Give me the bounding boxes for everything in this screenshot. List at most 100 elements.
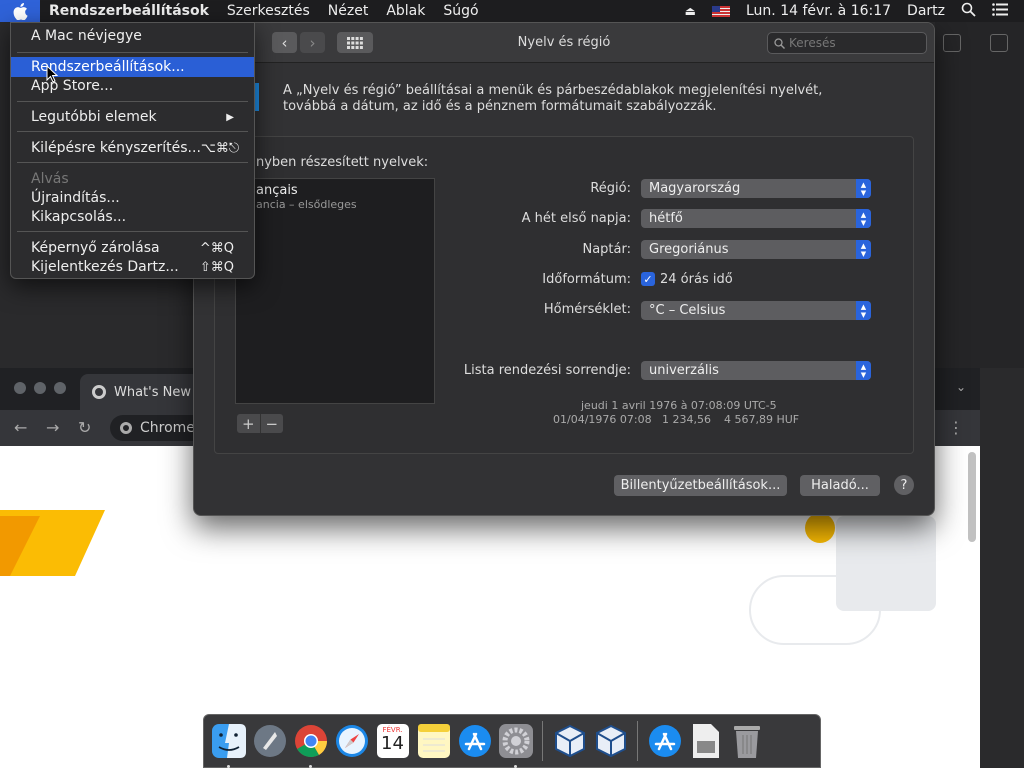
input-source-flag-icon[interactable] xyxy=(712,5,730,17)
sort-order-popup[interactable]: univerzális ▲ ▼ xyxy=(641,361,871,380)
duplicate-icon[interactable] xyxy=(990,34,1008,52)
language-sub: ancia – elsődleges xyxy=(256,198,357,211)
menu-separator xyxy=(17,231,248,232)
menu-item-logout[interactable]: Kijelentkezés Dartz... ⇧⌘Q xyxy=(11,257,254,277)
menu-bar: Rendszerbeállítások Szerkesztés Nézet Ab… xyxy=(0,0,1024,22)
region-label: Régió: xyxy=(590,181,631,196)
menu-item-shutdown[interactable]: Kikapcsolás... xyxy=(11,207,254,227)
sample-date-long: jeudi 1 avril 1976 à 07:08:09 UTC-5 xyxy=(581,399,777,412)
menu-app-name[interactable]: Rendszerbeállítások xyxy=(40,3,218,19)
calendar-day: 14 xyxy=(381,732,404,754)
virtualbox-icon[interactable] xyxy=(550,722,589,761)
calendar-popup[interactable]: Gregoriánus ▲ ▼ xyxy=(641,240,871,259)
preferred-languages-list[interactable]: ançais ancia – elsődleges xyxy=(235,178,435,404)
app-store-icon[interactable] xyxy=(455,722,494,761)
sleep-label: Alvás xyxy=(31,171,69,187)
sample-currency: 4 567,89 HUF xyxy=(724,413,800,426)
menu-separator xyxy=(17,162,248,163)
tab-search-chevron-icon[interactable]: ⌄ xyxy=(956,380,966,394)
first-day-value: hétfő xyxy=(649,211,683,226)
virtualbox-vm-icon[interactable] xyxy=(591,722,630,761)
apple-menu: A Mac névjegye Rendszerbeállítások... Ap… xyxy=(10,22,255,279)
time-format-label: Időformátum: xyxy=(542,272,631,287)
app-store-downloads-icon[interactable] xyxy=(645,722,684,761)
sample-date-short: 01/04/1976 07:08 xyxy=(553,413,652,426)
menubar-user[interactable]: Dartz xyxy=(907,3,945,19)
notes-icon[interactable] xyxy=(414,722,453,761)
site-chrome-icon xyxy=(120,422,132,434)
remove-language-button[interactable]: − xyxy=(259,414,284,433)
running-indicator xyxy=(227,764,230,768)
window-toolbar: ‹ › Nyelv és régió Keresés xyxy=(194,23,934,63)
running-indicator xyxy=(514,764,517,768)
first-day-popup[interactable]: hétfő ▲ ▼ xyxy=(641,209,871,228)
chrome-menu-icon[interactable]: ⋮ xyxy=(948,418,964,437)
zoom-window-icon[interactable] xyxy=(54,382,66,394)
minimize-window-icon[interactable] xyxy=(34,382,46,394)
menu-item-sleep: Alvás xyxy=(11,169,254,189)
sort-order-value: univerzális xyxy=(649,363,719,378)
finder-icon[interactable] xyxy=(209,722,248,768)
menubar-datetime[interactable]: Lun. 14 févr. à 16:17 xyxy=(746,3,891,19)
help-button[interactable]: ? xyxy=(894,475,914,495)
chrome-tab[interactable]: What's New xyxy=(80,374,200,410)
recent-label: Legutóbbi elemek xyxy=(31,109,157,125)
back-arrow-icon[interactable]: ← xyxy=(14,418,27,437)
menu-help[interactable]: Súgó xyxy=(434,3,487,19)
forward-arrow-icon[interactable]: → xyxy=(46,418,59,437)
menu-view[interactable]: Nézet xyxy=(319,3,378,19)
app-store-label: App Store... xyxy=(31,78,114,94)
system-preferences-icon[interactable] xyxy=(496,722,535,768)
apple-menu-icon[interactable] xyxy=(0,0,40,22)
add-remove-language-control: + − xyxy=(237,414,283,433)
spotlight-search-icon[interactable] xyxy=(961,2,976,21)
page-scrollbar[interactable] xyxy=(968,452,976,542)
launchpad-icon[interactable] xyxy=(250,722,289,761)
menu-edit[interactable]: Szerkesztés xyxy=(218,3,319,19)
logout-label: Kijelentkezés Dartz... xyxy=(31,259,179,275)
language-list-item[interactable]: ançais ancia – elsődleges xyxy=(256,183,357,211)
logout-shortcut: ⇧⌘Q xyxy=(199,259,234,275)
installer-document-icon[interactable] xyxy=(686,722,725,761)
calendar-value: Gregoriánus xyxy=(649,242,729,257)
tab-title: What's New xyxy=(114,384,191,400)
eject-icon[interactable]: ⏏ xyxy=(685,4,696,18)
safari-icon[interactable] xyxy=(332,722,371,761)
temperature-popup[interactable]: °C – Celsius ▲ ▼ xyxy=(641,301,871,320)
description-text: A „Nyelv és régió” beállításai a menük é… xyxy=(283,83,823,114)
restart-label: Újraindítás... xyxy=(31,190,120,206)
search-placeholder: Keresés xyxy=(789,36,836,50)
menu-separator xyxy=(17,52,248,53)
reload-icon[interactable]: ↻ xyxy=(78,418,91,437)
language-name: ançais xyxy=(256,183,298,198)
menu-item-restart[interactable]: Újraindítás... xyxy=(11,188,254,208)
add-language-button[interactable]: + xyxy=(237,414,260,433)
keyboard-preferences-button[interactable]: Billentyűzetbeállítások... xyxy=(614,475,787,496)
menu-item-about-mac[interactable]: A Mac névjegye xyxy=(11,26,254,46)
advanced-button[interactable]: Haladó... xyxy=(800,475,880,496)
popup-arrows-icon: ▲ ▼ xyxy=(856,240,871,259)
search-icon xyxy=(774,37,785,49)
lock-shortcut: ^⌘Q xyxy=(199,240,234,256)
lock-label: Képernyő zárolása xyxy=(31,240,160,256)
background-window xyxy=(935,22,1024,368)
calendar-icon[interactable]: FÉVR. 14 xyxy=(373,722,412,761)
sort-order-label: Lista rendezési sorrendje: xyxy=(463,363,631,378)
time-format-checkbox[interactable]: ✓ xyxy=(641,272,655,286)
trash-icon[interactable] xyxy=(727,722,766,761)
first-day-label: A hét első napja: xyxy=(521,211,631,226)
close-window-icon[interactable] xyxy=(14,382,26,394)
menu-window[interactable]: Ablak xyxy=(377,3,434,19)
share-icon[interactable] xyxy=(943,34,961,52)
force-quit-shortcut: ⌥⌘⎋ xyxy=(200,140,240,156)
shutdown-label: Kikapcsolás... xyxy=(31,209,127,225)
chrome-dock-icon[interactable] xyxy=(291,722,330,768)
calendar-label: Naptár: xyxy=(582,242,631,257)
menu-item-lock-screen[interactable]: Képernyő zárolása ^⌘Q xyxy=(11,238,254,258)
menu-item-recent-items[interactable]: Legutóbbi elemek ▶ xyxy=(11,107,254,127)
menu-item-force-quit[interactable]: Kilépésre kényszerítés... ⌥⌘⎋ xyxy=(11,138,254,158)
popup-arrows-icon: ▲ ▼ xyxy=(856,209,871,228)
search-field[interactable]: Keresés xyxy=(767,32,927,54)
notification-center-icon[interactable] xyxy=(992,2,1008,20)
region-popup[interactable]: Magyarország ▲ ▼ xyxy=(641,179,871,198)
